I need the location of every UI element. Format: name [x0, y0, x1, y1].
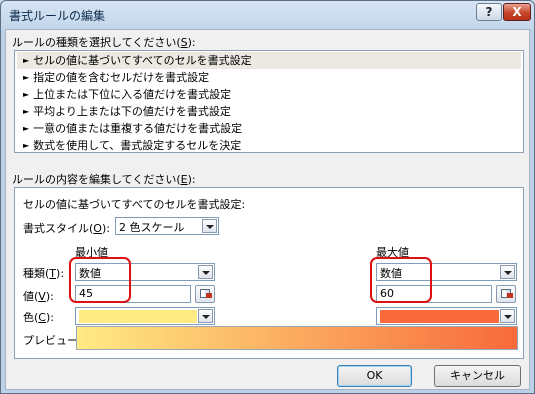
chevron-down-icon[interactable]: [500, 265, 515, 279]
bullet-triangle-icon: ►: [23, 90, 30, 99]
bullet-triangle-icon: ►: [23, 107, 30, 116]
rule-type-list[interactable]: ► セルの値に基づいてすべてのセルを書式設定 ► 指定の値を含むセルだけを書式設定 …: [14, 50, 524, 153]
bullet-triangle-icon: ►: [23, 141, 30, 150]
bullet-triangle-icon: ►: [23, 124, 30, 133]
title-bar[interactable]: 書式ルールの編集 ? X: [1, 1, 534, 29]
format-style-select[interactable]: 2 色スケール: [115, 217, 219, 235]
cancel-button[interactable]: キャンセル: [434, 365, 521, 387]
rule-content-panel: セルの値に基づいてすべてのセルを書式設定: 書式スタイル(O): 2 色スケール…: [14, 187, 524, 359]
help-button[interactable]: ?: [476, 3, 502, 21]
chevron-down-icon[interactable]: [198, 309, 213, 323]
rule-type-item[interactable]: ► 平均より上または下の値だけを書式設定: [17, 103, 521, 120]
bullet-triangle-icon: ►: [23, 73, 30, 82]
max-color-swatch: [380, 310, 499, 323]
rule-type-label: ルールの種類を選択してください(S):: [12, 36, 196, 49]
format-style-value: 2 色スケール: [119, 221, 185, 234]
min-color-select[interactable]: [75, 307, 215, 325]
max-color-select[interactable]: [376, 307, 517, 325]
rule-type-item[interactable]: ► 数式を使用して、書式設定するセルを決定: [17, 137, 521, 154]
dialog-body: ルールの種類を選択してください(S): ► セルの値に基づいてすべてのセルを書式設…: [5, 29, 530, 390]
min-highlight-annotation: [69, 257, 131, 303]
chevron-down-icon[interactable]: [202, 219, 217, 233]
min-value-range-picker[interactable]: [195, 285, 215, 303]
type-label: 種類(T):: [23, 267, 65, 280]
min-color-swatch: [79, 310, 197, 323]
max-value-range-picker[interactable]: [496, 285, 516, 303]
color-scale-preview: [76, 326, 518, 350]
chevron-down-icon[interactable]: [500, 309, 515, 323]
ok-button[interactable]: OK: [337, 365, 412, 387]
value-label: 値(V):: [23, 290, 54, 303]
dialog-window: 書式ルールの編集 ? X ルールの種類を選択してください(S): ► セルの値に基…: [0, 0, 535, 394]
dialog-title: 書式ルールの編集: [9, 9, 106, 23]
chevron-down-icon[interactable]: [198, 265, 213, 279]
format-style-label: 書式スタイル(O):: [23, 222, 110, 235]
bullet-triangle-icon: ►: [23, 56, 30, 65]
rule-type-item[interactable]: ► 指定の値を含むセルだけを書式設定: [17, 69, 521, 86]
max-highlight-annotation: [370, 257, 432, 303]
preview-label: プレビュー:: [23, 334, 82, 347]
rule-type-item[interactable]: ► セルの値に基づいてすべてのセルを書式設定: [17, 52, 521, 69]
rule-type-item[interactable]: ► 上位または下位に入る値だけを書式設定: [17, 86, 521, 103]
color-label: 色(C):: [23, 311, 54, 324]
close-button[interactable]: X: [503, 3, 531, 21]
rule-content-label: ルールの内容を編集してください(E):: [12, 173, 196, 186]
rule-type-item[interactable]: ► 一意の値または重複する値だけを書式設定: [17, 120, 521, 137]
rule-description: セルの値に基づいてすべてのセルを書式設定:: [23, 198, 246, 211]
